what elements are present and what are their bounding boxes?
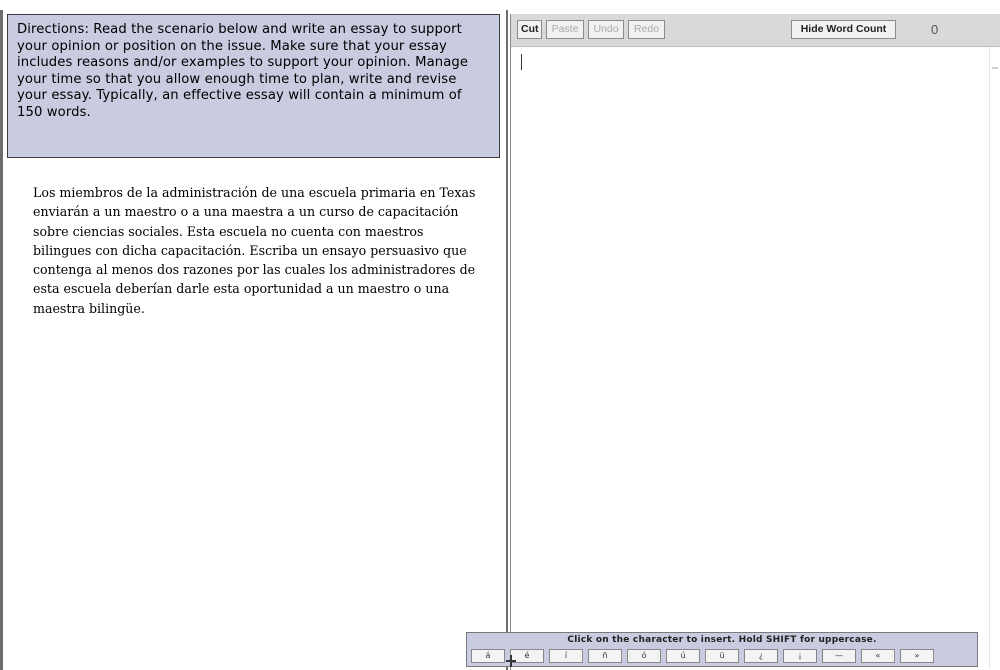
char-button[interactable]: í <box>549 649 583 663</box>
cut-button[interactable]: Cut <box>517 20 542 39</box>
essay-textarea[interactable] <box>511 47 990 669</box>
hide-word-count-button[interactable]: Hide Word Count <box>791 20 896 39</box>
special-characters-row: á é í ñ ó ú ü ¿ ¡ — « » <box>471 649 934 664</box>
char-button[interactable]: ú <box>666 649 700 663</box>
char-button[interactable]: ñ <box>588 649 622 663</box>
special-characters-bar: Click on the character to insert. Hold S… <box>466 632 978 667</box>
undo-button[interactable]: Undo <box>588 20 624 39</box>
char-button[interactable]: ü <box>705 649 739 663</box>
editor-toolbar: Cut Paste Undo Redo Hide Word Count 0 <box>511 14 1000 47</box>
editor-scrollbar[interactable] <box>989 47 1000 669</box>
char-button[interactable]: « <box>861 649 895 663</box>
drag-handle-icon[interactable] <box>506 655 516 667</box>
essay-pane: Cut Paste Undo Redo Hide Word Count 0 <box>510 14 1000 670</box>
char-button[interactable]: ó <box>627 649 661 663</box>
char-button[interactable]: á <box>471 649 505 663</box>
word-count: 0 <box>931 22 939 37</box>
special-characters-instruction: Click on the character to insert. Hold S… <box>567 635 877 645</box>
char-button[interactable]: — <box>822 649 856 663</box>
prompt-pane: Directions: Read the scenario below and … <box>0 10 508 670</box>
char-button[interactable]: ¡ <box>783 649 817 663</box>
scenario-text: Los miembros de la administración de una… <box>33 185 476 316</box>
scrollbar-thumb[interactable] <box>992 67 998 69</box>
redo-button[interactable]: Redo <box>628 20 665 39</box>
char-button[interactable]: » <box>900 649 934 663</box>
directions-box: Directions: Read the scenario below and … <box>7 14 500 158</box>
text-caret <box>521 54 522 70</box>
paste-button[interactable]: Paste <box>546 20 584 39</box>
char-button[interactable]: ¿ <box>744 649 778 663</box>
